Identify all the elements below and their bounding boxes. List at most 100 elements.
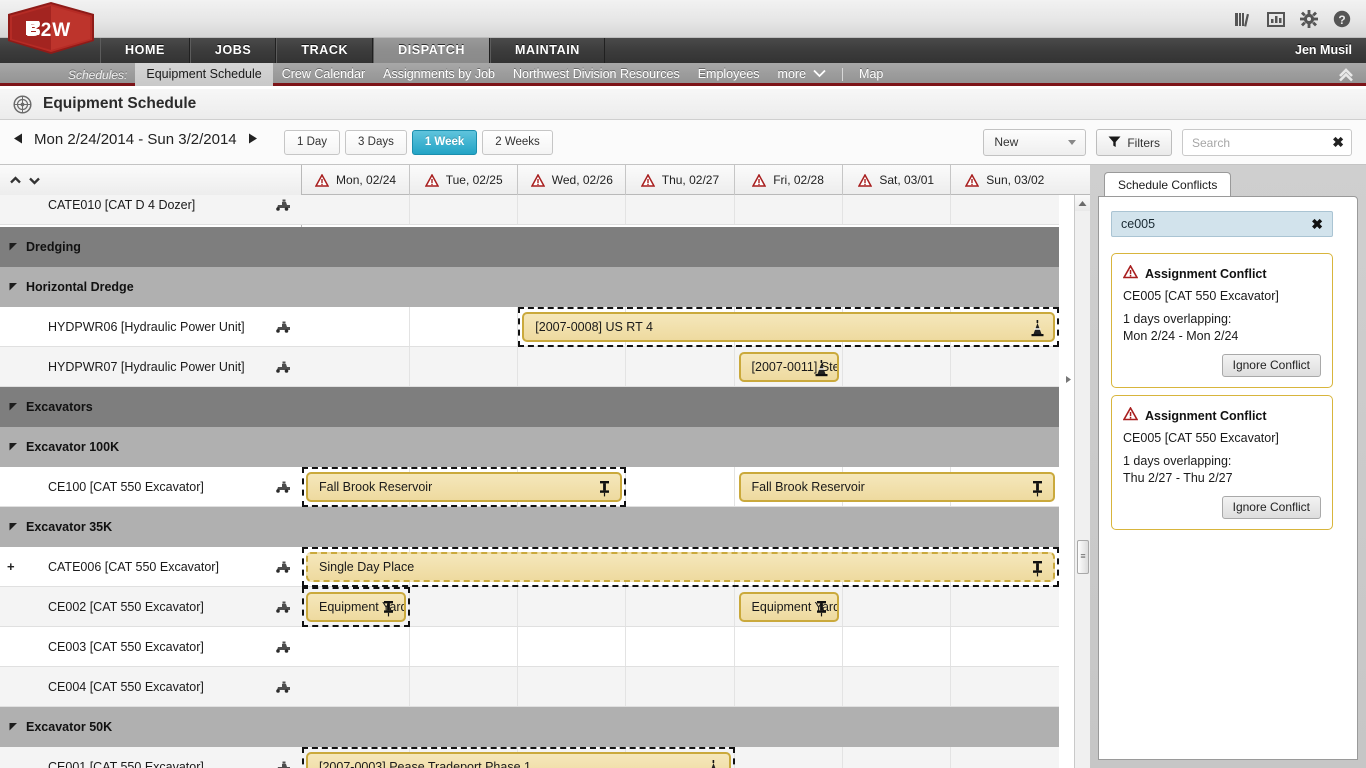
day-header-sat[interactable]: Sat, 03/01 [843,165,951,195]
day-cell[interactable] [518,627,627,666]
day-cell[interactable] [951,587,1059,626]
day-cell[interactable] [410,347,519,386]
collapse-triangle-icon[interactable] [9,722,20,733]
nav-tab-home[interactable]: HOME [100,38,190,63]
collapse-triangle-icon[interactable] [9,402,20,413]
schedule-row-background[interactable] [302,507,1059,547]
search-input[interactable] [1183,130,1323,155]
day-cell[interactable] [410,307,519,346]
schedule-row-background[interactable] [302,627,1059,667]
expand-row-icon[interactable]: + [7,559,15,574]
collapse-triangle-icon[interactable] [9,522,20,533]
resource-row[interactable]: CE100 [CAT 550 Excavator] [0,467,302,507]
subnav-item-more[interactable]: more [769,65,835,84]
day-cell[interactable] [951,747,1059,768]
resource-group-row[interactable]: Horizontal Dredge [0,267,302,307]
schedule-row-background[interactable] [302,667,1059,707]
view-1-day-button[interactable]: 1 Day [284,130,341,155]
resource-group-row[interactable]: Excavator 50K [0,707,302,747]
conflict-card[interactable]: Assignment Conflict CE005 [CAT 550 Excav… [1111,395,1333,530]
view-2-weeks-button[interactable]: 2 Weeks [482,130,553,155]
tab-schedule-conflicts[interactable]: Schedule Conflicts [1104,172,1232,197]
assignment-bar[interactable]: Equipment Yard [306,592,407,622]
assignment-bar[interactable]: Equipment Yard [738,592,839,622]
day-cell[interactable] [626,467,735,506]
day-cell[interactable] [735,627,843,666]
schedule-row-background[interactable] [302,195,1059,225]
collapse-all-icon[interactable] [9,174,22,187]
day-cell[interactable] [518,667,627,706]
view-1-week-button[interactable]: 1 Week [411,130,478,155]
day-header-wed[interactable]: Wed, 02/26 [518,165,627,195]
resource-group-row[interactable]: Excavators [0,387,302,427]
day-header-thu[interactable]: Thu, 02/27 [626,165,735,195]
collapse-triangle-icon[interactable] [9,282,20,293]
grid-vertical-scrollbar[interactable]: ≡ [1074,195,1090,768]
day-cell[interactable] [626,195,735,224]
day-cell[interactable] [410,195,519,224]
x-clear-icon[interactable]: ✖ [1311,216,1323,233]
day-cell[interactable] [302,307,411,346]
schedule-row-background[interactable] [302,587,1059,627]
day-cell[interactable] [951,667,1059,706]
day-cell[interactable] [735,195,843,224]
ignore-conflict-button[interactable]: Ignore Conflict [1221,354,1321,377]
subnav-item-crew-calendar[interactable]: Crew Calendar [273,65,374,84]
subnav-item-equipment-schedule[interactable]: Equipment Schedule [135,63,273,86]
day-cell[interactable] [518,347,627,386]
schedule-row-background[interactable] [302,267,1059,307]
day-cell[interactable] [302,667,411,706]
schedule-row-background[interactable] [302,227,1059,267]
resource-row[interactable]: CATE010 [CAT D 4 Dozer] [0,195,302,225]
day-cell[interactable] [843,627,951,666]
resource-group-row[interactable]: Dredging [0,227,302,267]
assignment-bar[interactable]: [2007-0011] Steeplegate... [738,352,839,382]
help-icon[interactable]: ? [1332,9,1352,29]
scroll-thumb[interactable]: ≡ [1077,540,1089,574]
next-period-button[interactable] [246,132,259,147]
day-header-fri[interactable]: Fri, 02/28 [735,165,843,195]
subnav-item-assignments-by-job[interactable]: Assignments by Job [374,65,504,84]
subnav-item-employees[interactable]: Employees [689,65,769,84]
day-cell[interactable] [843,667,951,706]
resource-row[interactable]: HYDPWR07 [Hydraulic Power Unit] [0,347,302,387]
view-3-days-button[interactable]: 3 Days [345,130,407,155]
filters-button[interactable]: Filters [1096,129,1172,156]
day-cell[interactable] [951,347,1059,386]
new-dropdown[interactable]: New [983,129,1087,156]
x-clear-icon[interactable]: ✖ [1332,135,1344,149]
day-cell[interactable] [843,587,951,626]
day-cell[interactable] [735,667,843,706]
day-header-tue[interactable]: Tue, 02/25 [410,165,519,195]
resource-row[interactable]: CE004 [CAT 550 Excavator] [0,667,302,707]
current-user-label[interactable]: Jen Musil [1295,38,1352,63]
schedule-row-background[interactable] [302,387,1059,427]
nav-tab-maintain[interactable]: MAINTAIN [489,38,605,63]
schedule-row-background[interactable] [302,427,1059,467]
day-cell[interactable] [843,747,951,768]
subnav-item-northwest-division-resources[interactable]: Northwest Division Resources [504,65,689,84]
nav-tab-track[interactable]: TRACK [276,38,374,63]
day-cell[interactable] [302,627,411,666]
b2w-logo[interactable]: B2W [6,1,96,55]
day-header-sun[interactable]: Sun, 03/02 [951,165,1059,195]
resource-row[interactable]: CE002 [CAT 550 Excavator] [0,587,302,627]
resource-row[interactable]: CE003 [CAT 550 Excavator] [0,627,302,667]
day-cell[interactable] [735,747,843,768]
expand-all-icon[interactable] [28,174,41,187]
day-cell[interactable] [843,195,951,224]
schedule-row-background[interactable] [302,347,1059,387]
day-cell[interactable] [626,587,735,626]
assignment-bar[interactable]: Single Day Place [306,552,1055,582]
day-cell[interactable] [410,667,519,706]
day-cell[interactable] [626,627,735,666]
day-cell[interactable] [302,347,411,386]
assignment-bar[interactable]: Fall Brook Reservoir [306,472,623,502]
nav-tab-jobs[interactable]: JOBS [189,38,277,63]
assignment-bar[interactable]: Fall Brook Reservoir [738,472,1055,502]
subnav-item-map[interactable]: Map [850,65,892,84]
schedule-row-background[interactable] [302,707,1059,747]
day-cell[interactable] [951,627,1059,666]
library-icon[interactable] [1233,9,1253,29]
day-cell[interactable] [951,195,1059,224]
